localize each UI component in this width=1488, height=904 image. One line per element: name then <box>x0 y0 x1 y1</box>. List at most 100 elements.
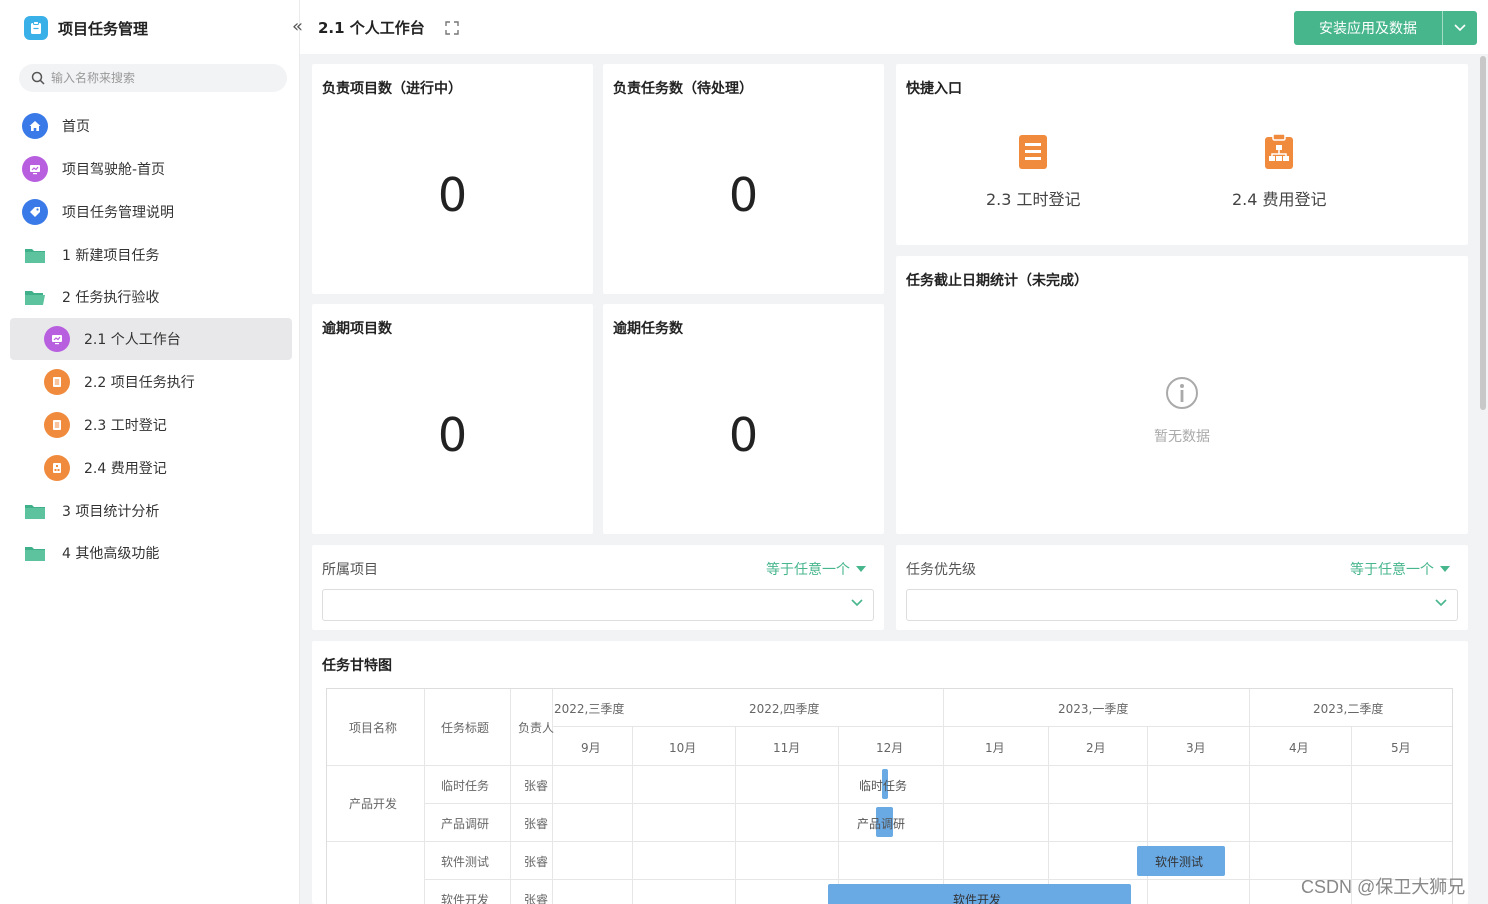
gantt-owner-cell: 张睿 <box>524 779 549 793</box>
chevron-down-icon[interactable] <box>1443 24 1477 32</box>
scrollbar-thumb[interactable] <box>1480 56 1486 410</box>
collapse-sidebar-icon[interactable]: « <box>292 16 303 37</box>
home-icon <box>22 113 48 139</box>
document-icon <box>44 412 70 438</box>
card-title: 负责任务数（待处理） <box>613 81 753 97</box>
search-input[interactable] <box>51 71 271 85</box>
filter-label: 所属项目 <box>322 562 378 578</box>
filter-operator[interactable]: 等于任意一个 <box>1350 559 1450 579</box>
quick-entry-label: 2.3 工时登记 <box>986 190 1081 209</box>
document-icon <box>1019 135 1048 169</box>
gantt-month-header: 10月 <box>669 741 697 755</box>
sidebar-item-expense[interactable]: 2.4 费用登记 <box>10 447 292 489</box>
gantt-bar-label: 软件测试 <box>1155 855 1204 869</box>
sidebar-item-advanced[interactable]: 4 其他高级功能 <box>10 532 292 574</box>
stat-value: 0 <box>728 408 759 462</box>
install-button[interactable]: 安装应用及数据 <box>1294 11 1477 45</box>
org-chart-icon <box>1265 134 1294 169</box>
sidebar-item-cockpit[interactable]: 项目驾驶舱-首页 <box>10 148 292 190</box>
sidebar-item-label: 项目驾驶舱-首页 <box>62 162 166 178</box>
folder-icon <box>22 498 48 524</box>
folder-open-icon <box>22 284 48 310</box>
gantt-month-header: 5月 <box>1391 741 1411 755</box>
gantt-month-header: 11月 <box>773 741 801 755</box>
quick-entry-label: 2.4 费用登记 <box>1232 190 1327 209</box>
gantt-task-cell[interactable]: 软件测试 <box>441 853 489 870</box>
card-title: 任务截止日期统计（未完成） <box>906 273 1088 289</box>
gantt-chart: 项目名称 任务标题 负责人 2022,三季度 2022,四季度 2023,一季度… <box>326 688 1453 904</box>
filter-operator[interactable]: 等于任意一个 <box>766 559 866 579</box>
vertical-scrollbar[interactable] <box>1478 54 1488 904</box>
info-icon <box>1166 377 1198 409</box>
clipboard-icon <box>24 16 48 40</box>
project-select[interactable] <box>322 589 874 621</box>
gantt-month-header: 9月 <box>581 741 601 755</box>
sidebar-item-analytics[interactable]: 3 项目统计分析 <box>10 490 292 532</box>
sidebar-item-label: 2.4 费用登记 <box>84 461 167 477</box>
sidebar-item-label: 2.3 工时登记 <box>84 418 167 434</box>
sidebar-item-home[interactable]: 首页 <box>10 105 292 147</box>
sidebar-item-label: 4 其他高级功能 <box>62 546 160 562</box>
brand: 项目任务管理 <box>24 16 148 40</box>
chevron-down-icon <box>1435 599 1447 607</box>
card-title: 逾期项目数 <box>322 321 392 337</box>
gantt-month-header: 2月 <box>1086 741 1106 755</box>
sidebar-item-timesheet[interactable]: 2.3 工时登记 <box>10 404 292 446</box>
stat-value: 0 <box>437 168 468 222</box>
gantt-month-header: 4月 <box>1289 741 1309 755</box>
dashboard-icon <box>44 326 70 352</box>
sidebar-item-label: 2.2 项目任务执行 <box>84 375 195 391</box>
gantt-owner-cell: 张睿 <box>524 855 549 869</box>
fullscreen-icon[interactable] <box>444 20 460 40</box>
quick-entry-card: 快捷入口 2.3 工时登记 2.4 费用登记 <box>896 64 1468 245</box>
search-box[interactable] <box>19 64 287 92</box>
sidebar-item-task-execution[interactable]: 2.2 项目任务执行 <box>10 361 292 403</box>
gantt-task-cell[interactable]: 产品调研 <box>441 815 489 832</box>
priority-select[interactable] <box>906 589 1458 621</box>
gantt-owner-cell: 张睿 <box>524 893 549 904</box>
stat-card-tasks: 负责任务数（待处理） 0 <box>603 64 884 294</box>
caret-down-icon <box>1440 566 1450 572</box>
card-title: 快捷入口 <box>906 81 962 97</box>
stat-card-overdue-projects: 逾期项目数 0 <box>312 304 593 534</box>
folder-icon <box>22 242 48 268</box>
gantt-bar-label: 软件开发 <box>953 893 1002 904</box>
search-icon <box>31 71 45 85</box>
sidebar-item-guide[interactable]: 项目任务管理说明 <box>10 191 292 233</box>
card-title: 任务甘特图 <box>322 658 392 674</box>
sidebar-item-label: 1 新建项目任务 <box>62 248 160 264</box>
sidebar: 项目任务管理 首页 项目驾驶舱-首页 项目任务管理说明 1 新建项目任务 2 任… <box>0 0 300 904</box>
gantt-task-cell[interactable]: 临时任务 <box>441 777 489 794</box>
gantt-month-header: 3月 <box>1186 741 1206 755</box>
stat-card-overdue-tasks: 逾期任务数 0 <box>603 304 884 534</box>
stat-value: 0 <box>437 408 468 462</box>
gantt-month-header: 1月 <box>985 741 1005 755</box>
gantt-quarter-header: 2022,四季度 <box>749 702 820 716</box>
filter-label: 任务优先级 <box>906 562 976 578</box>
deadline-stats-card: 任务截止日期统计（未完成） 暂无数据 <box>896 256 1468 534</box>
sidebar-item-label: 项目任务管理说明 <box>62 205 174 221</box>
gantt-project-cell: 产品开发 <box>349 797 398 811</box>
sidebar-item-workbench[interactable]: 2.1 个人工作台 <box>10 318 292 360</box>
caret-down-icon <box>856 566 866 572</box>
quick-entry-timesheet[interactable]: 2.3 工时登记 <box>986 134 1081 210</box>
filter-priority: 任务优先级 等于任意一个 <box>896 545 1468 630</box>
stat-card-projects: 负责项目数（进行中） 0 <box>312 64 593 294</box>
gantt-column-header: 项目名称 <box>349 721 398 735</box>
gantt-column-header: 任务标题 <box>441 721 490 735</box>
document-icon <box>44 369 70 395</box>
gantt-quarter-header: 2023,一季度 <box>1058 702 1129 716</box>
sidebar-item-label: 2 任务执行验收 <box>62 290 160 306</box>
sidebar-item-new-task[interactable]: 1 新建项目任务 <box>10 234 292 276</box>
gantt-quarter-header: 2023,二季度 <box>1313 702 1384 716</box>
chevron-down-icon <box>851 599 863 607</box>
page-title: 2.1 个人工作台 <box>318 19 425 37</box>
gantt-quarter-header: 2022,三季度 <box>554 702 625 716</box>
quick-entry-expense[interactable]: 2.4 费用登记 <box>1232 134 1327 210</box>
gantt-column-header: 负责人 <box>518 721 555 735</box>
sidebar-item-label: 2.1 个人工作台 <box>84 332 181 348</box>
stat-value: 0 <box>728 168 759 222</box>
sidebar-item-execution[interactable]: 2 任务执行验收 <box>10 276 292 318</box>
gantt-bar-label: 临时任务 <box>859 779 908 793</box>
gantt-task-cell[interactable]: 软件开发 <box>441 891 489 904</box>
